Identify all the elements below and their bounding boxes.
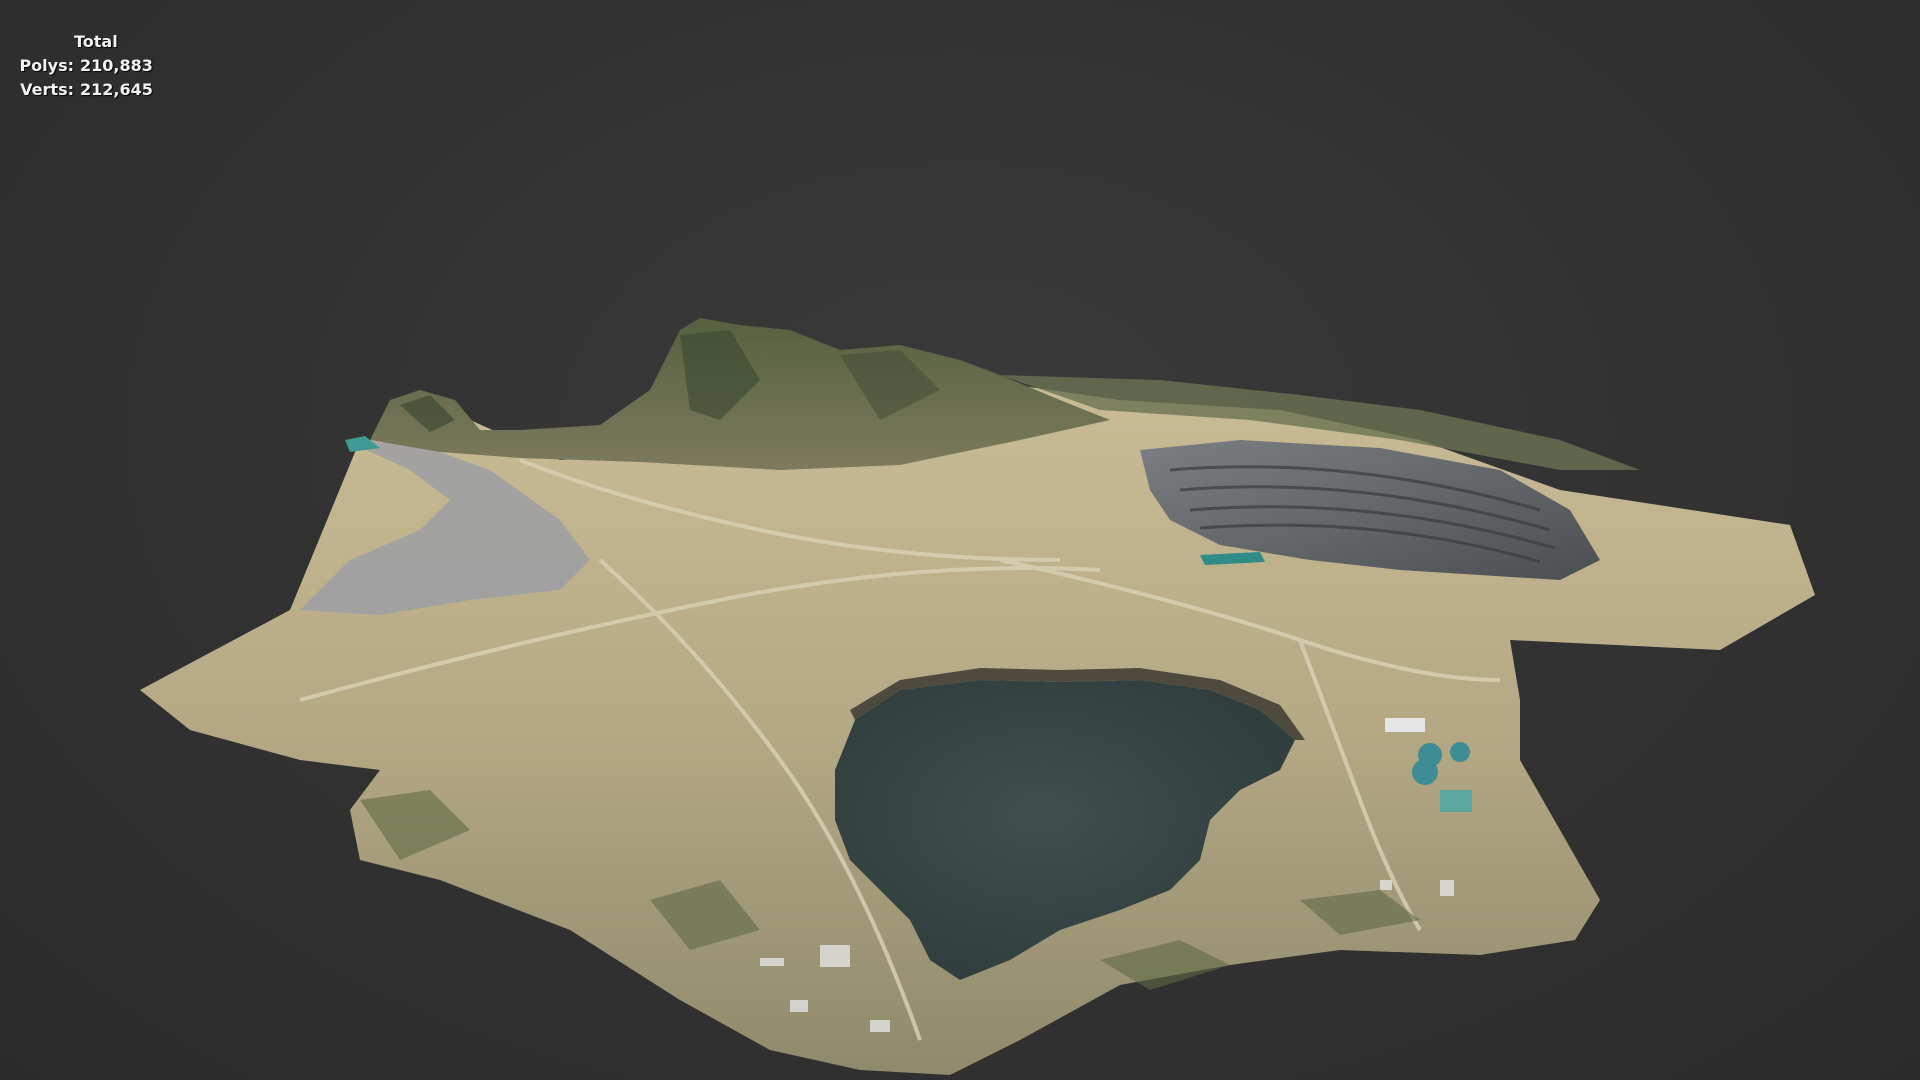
viewport-statistics-overlay: Total Polys: 210,883 Verts: 212,645 — [14, 30, 153, 102]
polys-label: Polys: — [19, 56, 74, 75]
open-pit-mine-terrain-model[interactable] — [0, 0, 1920, 1080]
polys-value: 210,883 — [80, 56, 153, 75]
stats-header: Total — [74, 32, 118, 51]
verts-value: 212,645 — [80, 80, 153, 99]
3d-viewport[interactable]: Total Polys: 210,883 Verts: 212,645 — [0, 0, 1920, 1080]
verts-label: Verts: — [20, 80, 74, 99]
